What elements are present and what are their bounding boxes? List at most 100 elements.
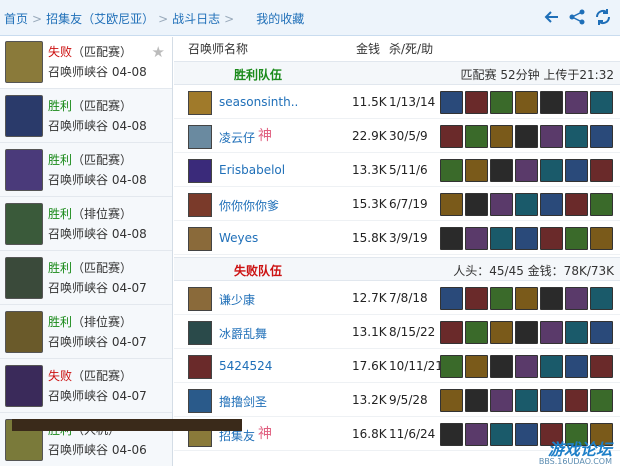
champion-avatar	[5, 365, 43, 407]
match-item[interactable]: 胜利（排位赛） 召唤师峡谷 04-07	[0, 307, 172, 359]
match-result: 胜利（匹配赛）	[48, 259, 132, 276]
match-map: 召唤师峡谷	[48, 443, 109, 457]
player-gold: 13.1K	[352, 325, 387, 339]
result-label: 胜利	[48, 315, 73, 329]
item-icon	[490, 193, 513, 216]
column-header: 召唤师名称 金钱 杀/死/助	[174, 37, 620, 59]
player-champion-icon	[188, 125, 212, 149]
match-item[interactable]: 胜利（匹配赛） 召唤师峡谷 04-07	[0, 253, 172, 305]
player-name[interactable]: seasonsinth..	[219, 95, 298, 109]
item-icon	[565, 125, 588, 148]
player-row[interactable]: 你你你你爹 15.3K 6/7/19	[174, 189, 620, 221]
star-icon[interactable]: ★	[152, 43, 165, 61]
result-label: 失败	[48, 369, 73, 383]
match-type: （匹配赛）	[72, 153, 133, 167]
player-name[interactable]: 撸撸剑圣	[219, 393, 267, 410]
player-name[interactable]: 凌云仔	[219, 129, 255, 146]
item-icon	[590, 91, 613, 114]
ad-banner[interactable]	[12, 419, 242, 431]
player-row[interactable]: 谦少康 12.7K 7/8/18	[174, 283, 620, 315]
player-kda: 7/8/18	[389, 291, 428, 305]
refresh-icon[interactable]	[594, 8, 612, 26]
player-champion-icon	[188, 159, 212, 183]
share-icon[interactable]	[568, 8, 586, 26]
match-type: （排位赛）	[72, 315, 133, 329]
item-icon	[540, 287, 563, 310]
match-map: 召唤师峡谷	[48, 389, 109, 403]
match-type: （匹配赛）	[72, 369, 133, 383]
match-item[interactable]: 胜利（匹配赛） 召唤师峡谷 04-08	[0, 145, 172, 197]
champion-avatar	[5, 95, 43, 137]
player-row[interactable]: 冰爵乱舞 13.1K 8/15/22	[174, 317, 620, 349]
match-item[interactable]: 失败（匹配赛） 召唤师峡谷 04-07	[0, 361, 172, 413]
item-icon	[565, 227, 588, 250]
player-kda: 6/7/19	[389, 197, 428, 211]
item-icon	[565, 159, 588, 182]
item-icon	[540, 321, 563, 344]
match-info: 召唤师峡谷 04-07	[48, 279, 147, 296]
match-item[interactable]: 失败（匹配赛） 召唤师峡谷 04-08 ★	[0, 37, 172, 89]
player-row[interactable]: seasonsinth.. 11.5K 1/13/14	[174, 87, 620, 119]
item-icon	[490, 389, 513, 412]
match-map: 召唤师峡谷	[48, 335, 109, 349]
item-icon	[515, 355, 538, 378]
player-name[interactable]: Erisbabelol	[219, 163, 285, 177]
item-icon	[490, 227, 513, 250]
item-icon	[440, 193, 463, 216]
breadcrumb-separator: >	[32, 12, 43, 26]
player-name[interactable]: 冰爵乱舞	[219, 325, 267, 342]
top-navigation-bar: 首页 > 招集友（艾欧尼亚） > 战斗日志 > 我的收藏	[0, 0, 620, 36]
champion-avatar	[5, 149, 43, 191]
item-icon	[515, 321, 538, 344]
champion-avatar	[5, 311, 43, 353]
item-icon	[465, 423, 488, 446]
player-kda: 3/9/19	[389, 231, 428, 245]
player-name[interactable]: Weyes	[219, 231, 258, 245]
player-name[interactable]: 5424524	[219, 359, 272, 373]
match-info: 召唤师峡谷 04-08	[48, 63, 147, 80]
player-gold: 17.6K	[352, 359, 387, 373]
result-label: 失败	[48, 45, 73, 59]
item-icon	[465, 91, 488, 114]
col-kda: 杀/死/助	[389, 42, 434, 56]
breadcrumb-item[interactable]: 战斗日志	[172, 12, 220, 26]
item-icon	[540, 389, 563, 412]
player-row[interactable]: 凌云仔神 22.9K 30/5/9	[174, 121, 620, 153]
player-champion-icon	[188, 227, 212, 251]
breadcrumb-item[interactable]: 首页	[4, 12, 28, 26]
player-row[interactable]: 撸撸剑圣 13.2K 9/5/28	[174, 385, 620, 417]
breadcrumb-item[interactable]: 招集友（艾欧尼亚）	[46, 12, 154, 26]
match-date: 04-08	[111, 119, 147, 133]
result-label: 胜利	[48, 261, 73, 275]
player-row[interactable]: 5424524 17.6K 10/11/21	[174, 351, 620, 383]
player-kda: 1/13/14	[389, 95, 436, 109]
player-gold: 16.8K	[352, 427, 387, 441]
player-name[interactable]: 你你你你爹	[219, 197, 279, 214]
match-type: （匹配赛）	[72, 261, 133, 275]
match-result: 胜利（匹配赛）	[48, 151, 132, 168]
player-row[interactable]: Weyes 15.8K 3/9/19	[174, 223, 620, 255]
result-label: 胜利	[48, 99, 73, 113]
back-arrow-icon[interactable]	[542, 8, 560, 26]
player-gold: 13.3K	[352, 163, 387, 177]
match-result: 失败（匹配赛）	[48, 43, 132, 60]
item-icon	[540, 227, 563, 250]
item-icon	[590, 321, 613, 344]
match-map: 召唤师峡谷	[48, 119, 109, 133]
item-icon	[565, 355, 588, 378]
player-name[interactable]: 谦少康	[219, 291, 255, 308]
match-item[interactable]: 胜利（匹配赛） 召唤师峡谷 04-08	[0, 91, 172, 143]
item-icon	[490, 423, 513, 446]
god-badge: 神	[258, 426, 272, 442]
item-icon	[465, 159, 488, 182]
match-info: 召唤师峡谷 04-07	[48, 333, 147, 350]
player-row[interactable]: Erisbabelol 13.3K 5/11/6	[174, 155, 620, 187]
item-icon	[590, 159, 613, 182]
loss-team-info: 人头：45/45 金钱：78K/73K	[453, 264, 614, 278]
item-icon	[490, 159, 513, 182]
breadcrumb-item[interactable]: 我的收藏	[256, 12, 304, 26]
match-detail: 召唤师名称 金钱 杀/死/助 胜利队伍 匹配赛 52分钟 上传于21:32 se…	[174, 37, 620, 466]
match-item[interactable]: 胜利（排位赛） 召唤师峡谷 04-08	[0, 199, 172, 251]
item-build	[440, 125, 613, 148]
item-build	[440, 91, 613, 114]
